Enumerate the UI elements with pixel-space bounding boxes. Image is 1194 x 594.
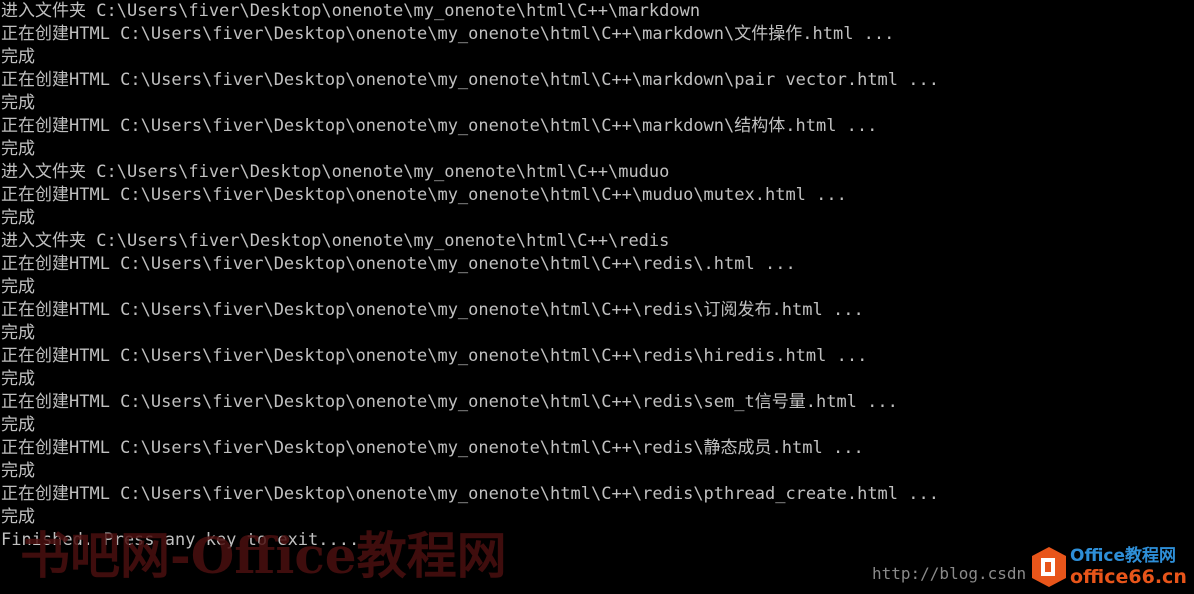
console-output: 进入文件夹 C:\Users\fiver\Desktop\onenote\my_… (1, 0, 939, 552)
office-logo: Office教程网 office66.cn (1030, 544, 1190, 590)
console-line: 完成 (1, 323, 35, 343)
console-line: 完成 (1, 277, 35, 297)
office-logo-icon (1032, 547, 1066, 587)
console-line: 完成 (1, 93, 35, 113)
site-watermark: 书吧网-Office教程网 (20, 526, 507, 585)
console-line: 正在创建HTML C:\Users\fiver\Desktop\onenote\… (1, 484, 939, 504)
logo-title: Office教程网 (1070, 546, 1177, 566)
console-line: 正在创建HTML C:\Users\fiver\Desktop\onenote\… (1, 438, 864, 458)
console-line: 完成 (1, 369, 35, 389)
console-line: 进入文件夹 C:\Users\fiver\Desktop\onenote\my_… (1, 231, 670, 251)
console-line: 进入文件夹 C:\Users\fiver\Desktop\onenote\my_… (1, 162, 670, 182)
url-watermark: http://blog.csdn (872, 564, 1027, 583)
console-line: 正在创建HTML C:\Users\fiver\Desktop\onenote\… (1, 346, 868, 366)
console-line: 完成 (1, 139, 35, 159)
console-window[interactable]: 进入文件夹 C:\Users\fiver\Desktop\onenote\my_… (0, 0, 1194, 594)
console-line: 完成 (1, 461, 35, 481)
console-line: 正在创建HTML C:\Users\fiver\Desktop\onenote\… (1, 70, 939, 90)
console-line: 完成 (1, 415, 35, 435)
console-line: 正在创建HTML C:\Users\fiver\Desktop\onenote\… (1, 116, 878, 136)
console-line: 完成 (1, 208, 35, 228)
logo-domain: office66.cn (1070, 566, 1187, 588)
console-line: 正在创建HTML C:\Users\fiver\Desktop\onenote\… (1, 392, 898, 412)
console-line: 进入文件夹 C:\Users\fiver\Desktop\onenote\my_… (1, 1, 701, 21)
console-line: 完成 (1, 47, 35, 67)
console-line: 正在创建HTML C:\Users\fiver\Desktop\onenote\… (1, 300, 864, 320)
console-line: 正在创建HTML C:\Users\fiver\Desktop\onenote\… (1, 24, 895, 44)
console-line: 正在创建HTML C:\Users\fiver\Desktop\onenote\… (1, 185, 847, 205)
console-line: 正在创建HTML C:\Users\fiver\Desktop\onenote\… (1, 254, 796, 274)
